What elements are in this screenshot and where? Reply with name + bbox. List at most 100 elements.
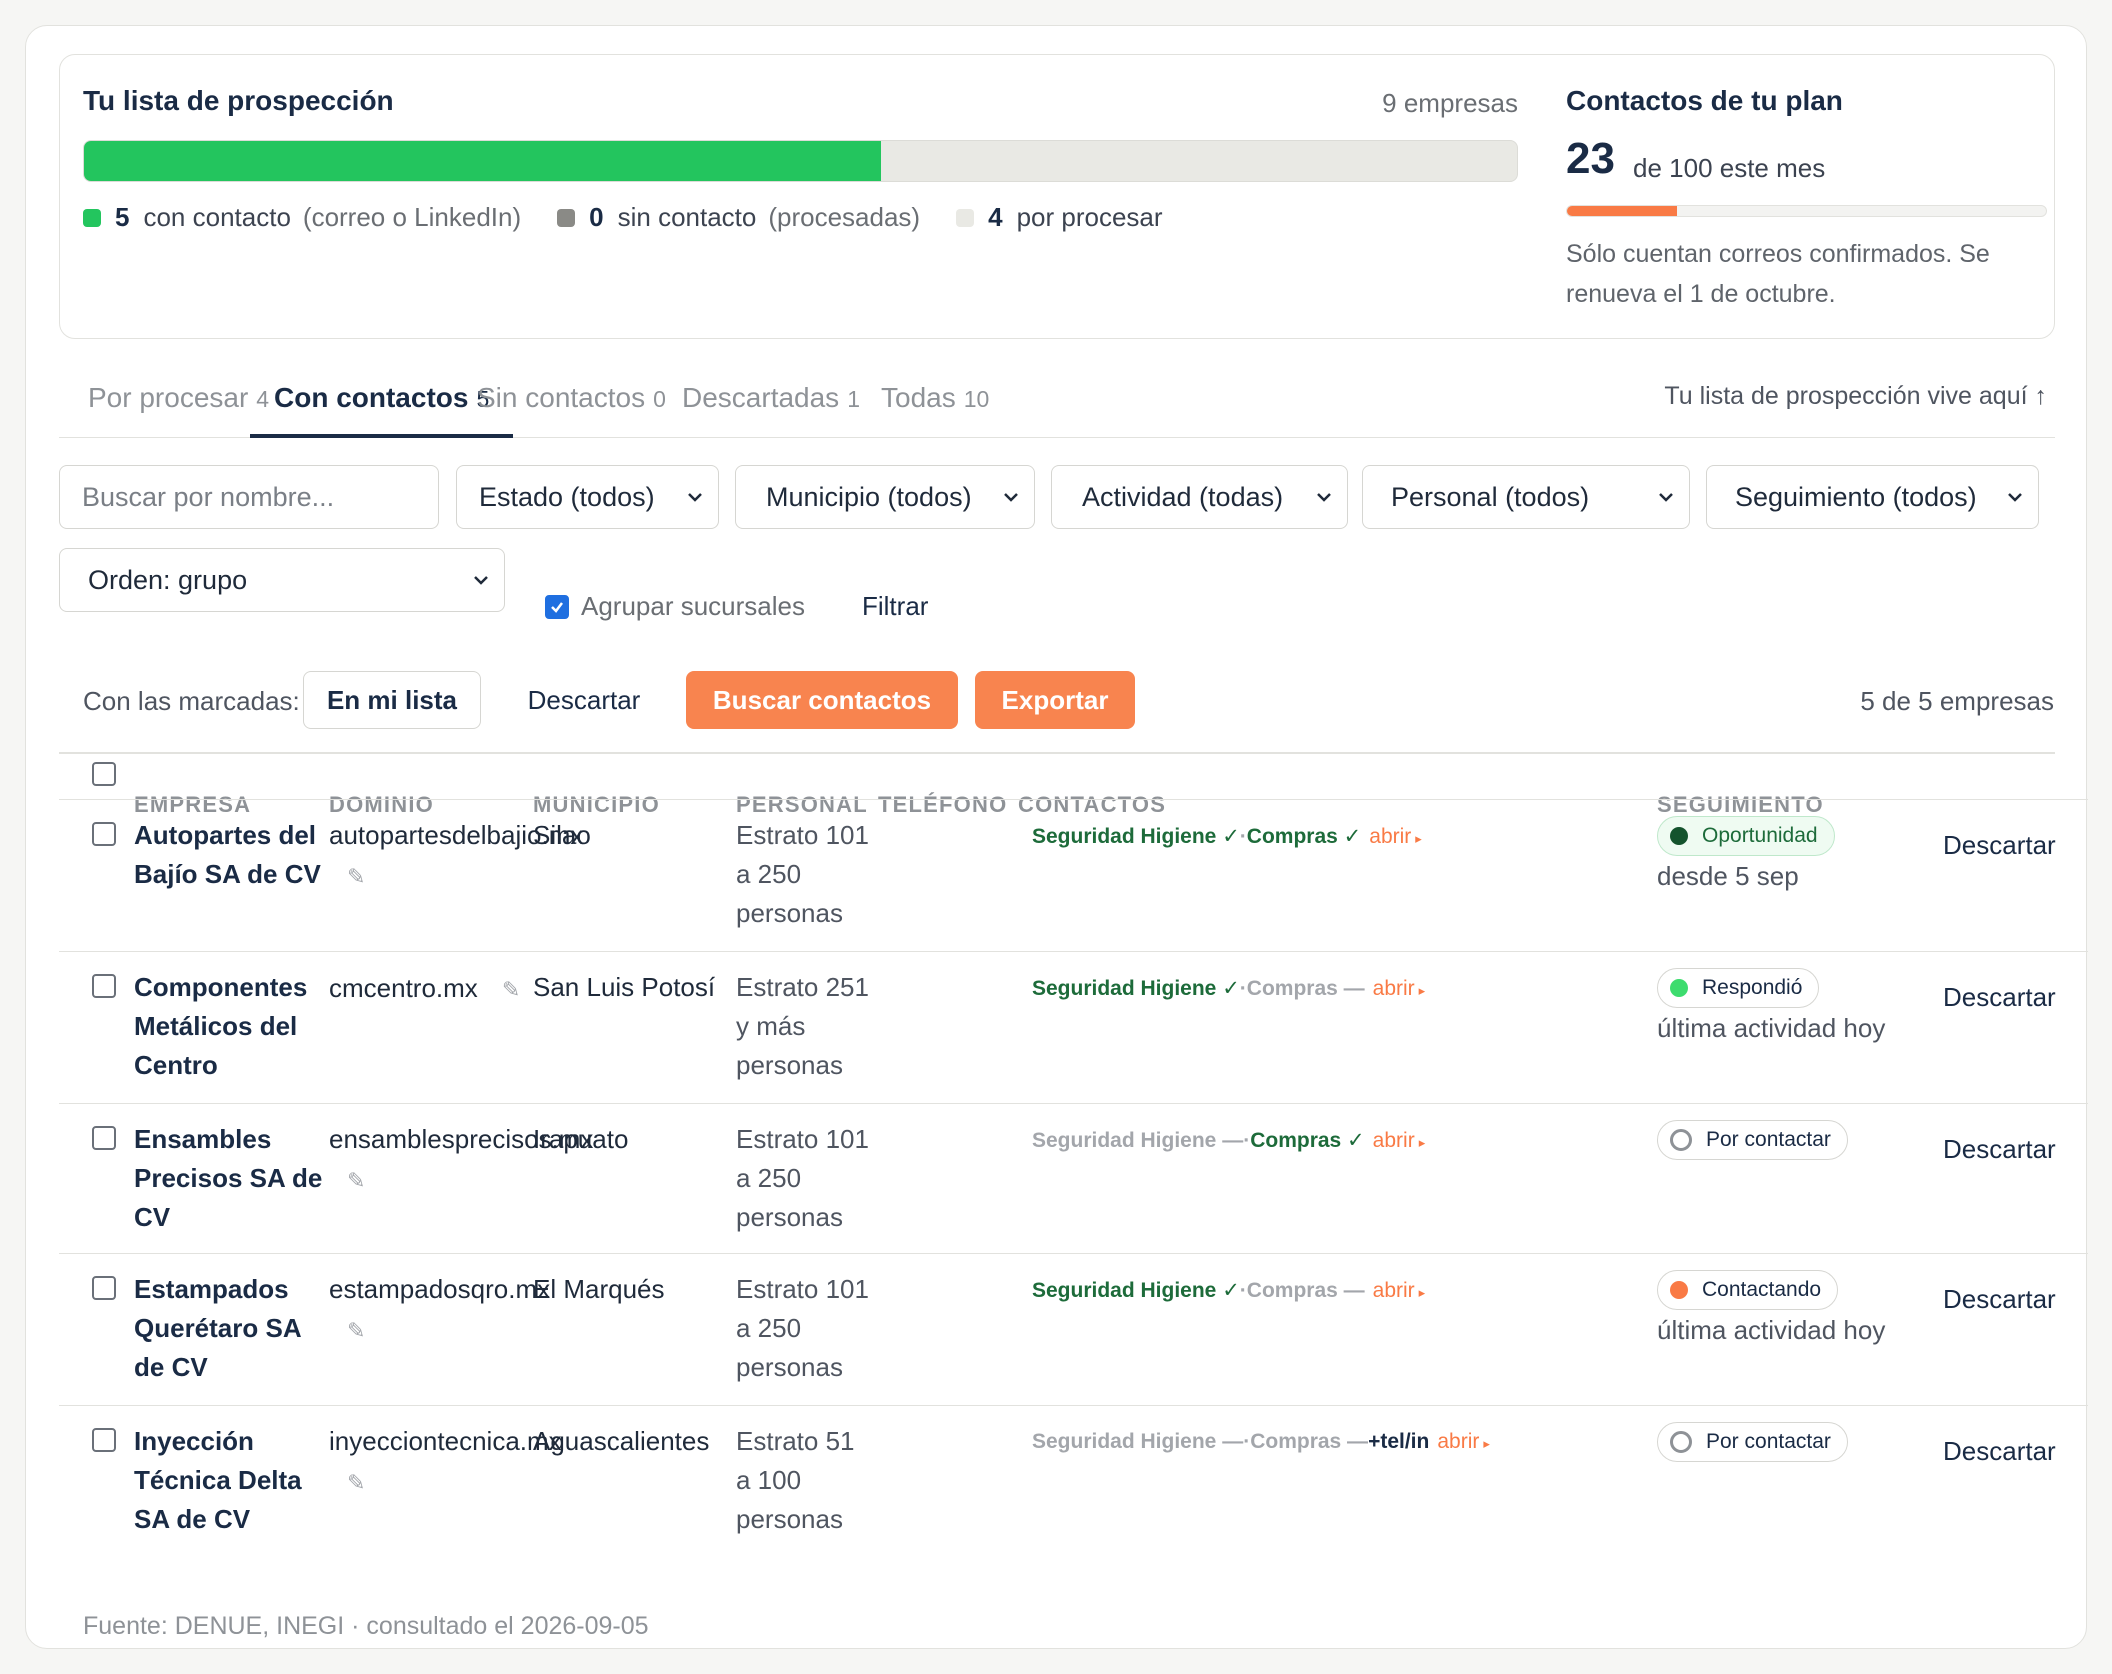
abrir-link[interactable]: abrir [1373, 1129, 1415, 1152]
divider [59, 752, 2055, 754]
tab-label: Todas [881, 382, 956, 413]
status-badge[interactable]: Por contactar [1657, 1422, 1848, 1462]
select-all-checkbox[interactable] [92, 762, 116, 786]
company-name[interactable]: Estampados Querétaro SA de CV [134, 1270, 329, 1387]
bulk-descartar-button[interactable]: Descartar [502, 671, 666, 729]
row-checkbox[interactable] [92, 1276, 116, 1300]
status-dot-icon [1670, 979, 1688, 997]
status-badge[interactable]: Por contactar [1657, 1120, 1848, 1160]
caret-right-icon: ▸ [1418, 1135, 1426, 1150]
tab-label: Descartadas [682, 382, 840, 413]
company-name[interactable]: Componentes Metálicos del Centro [134, 968, 329, 1085]
tab-con-contactos[interactable]: Con contactos 5 [250, 382, 514, 438]
plan-of-text: de 100 este mes [1633, 153, 1826, 183]
contact-seguridad-higiene: Seguridad Higiene ✓ [1032, 1279, 1240, 1302]
status-dot-icon [1670, 827, 1688, 845]
select-value: Municipio (todos) [766, 481, 972, 512]
buscar-contactos-button[interactable]: Buscar contactos [686, 671, 958, 729]
company-name[interactable]: Autopartes del Bajío SA de CV [134, 816, 329, 894]
agrupar-sucursales-toggle[interactable]: Agrupar sucursales [545, 591, 805, 622]
status-badge[interactable]: Oportunidad [1657, 816, 1835, 856]
row-descartar-button[interactable]: Descartar [1943, 830, 2056, 861]
abrir-link[interactable]: abrir [1373, 1279, 1415, 1302]
row-checkbox[interactable] [92, 1428, 116, 1452]
domain-text: cmcentro.mx [329, 973, 478, 1003]
legend-label: con contacto [143, 202, 291, 232]
bulk-actions-label: Con las marcadas: [83, 686, 300, 716]
contacts-cell: Seguridad Higiene —·Compras ✓ abrir ▸ [1032, 1128, 1425, 1153]
caret-right-icon: ▸ [1415, 831, 1422, 846]
seguimiento-select[interactable]: Seguimiento (todos) [1706, 465, 2039, 529]
municipio-select[interactable]: Municipio (todos) [735, 465, 1035, 529]
personal-cell: Estrato 51 a 100 personas [736, 1426, 855, 1534]
company-name[interactable]: Inyección Técnica Delta SA de CV [134, 1422, 329, 1539]
agrupar-checkbox[interactable] [545, 594, 569, 619]
abrir-link[interactable]: abrir [1373, 977, 1415, 1000]
domain-text: inyecciontecnica.mx [329, 1426, 562, 1456]
actividad-select[interactable]: Actividad (todas) [1051, 465, 1348, 529]
abrir-link[interactable]: abrir [1369, 825, 1411, 848]
row-descartar-button[interactable]: Descartar [1943, 1436, 2056, 1467]
tab-por-procesar[interactable]: Por procesar 4 [88, 382, 269, 438]
chevron-down-icon [2008, 493, 2022, 502]
chevron-down-icon [474, 576, 488, 585]
row-checkbox[interactable] [92, 822, 116, 846]
row-descartar-button[interactable]: Descartar [1943, 982, 2056, 1013]
abrir-link[interactable]: abrir [1437, 1430, 1479, 1453]
plan-usage-fill [1567, 206, 1678, 216]
municipio-cell: San Luis Potosí [533, 972, 716, 1002]
edit-pencil-icon[interactable]: ✎ [502, 970, 524, 1009]
chevron-down-icon [688, 493, 702, 502]
edit-pencil-icon[interactable]: ✎ [347, 857, 369, 896]
tab-label: Sin contactos [477, 382, 646, 413]
tab-descartadas[interactable]: Descartadas 1 [682, 382, 860, 438]
tab-todas[interactable]: Todas 10 [881, 382, 989, 438]
municipio-cell: El Marqués [533, 1274, 665, 1304]
prospect-progress-bar [83, 140, 1518, 182]
estado-select[interactable]: Estado (todos) [456, 465, 719, 529]
row-checkbox[interactable] [92, 1126, 116, 1150]
search-input[interactable]: Buscar por nombre... [59, 465, 439, 529]
edit-pencil-icon[interactable]: ✎ [347, 1311, 369, 1350]
status-badge[interactable]: Contactando [1657, 1270, 1839, 1310]
separator: · [1239, 1279, 1247, 1302]
tab-sin-contactos[interactable]: Sin contactos 0 [477, 382, 666, 438]
domain-text: estampadosqro.mx [329, 1274, 551, 1304]
row-checkbox[interactable] [92, 974, 116, 998]
personal-cell: Estrato 251 y más personas [736, 972, 869, 1080]
agrupar-label: Agrupar sucursales [581, 591, 805, 621]
summary-company-count: 9 empresas [1382, 88, 1518, 118]
select-value: Personal (todos) [1391, 481, 1590, 512]
personal-cell: Estrato 101 a 250 personas [736, 1274, 869, 1382]
contacts-cell: Seguridad Higiene ✓·Compras ✓ abrir ▸ [1032, 824, 1422, 849]
exportar-button[interactable]: Exportar [975, 671, 1135, 729]
orden-select[interactable]: Orden: grupo [59, 548, 505, 612]
personal-cell: Estrato 101 a 250 personas [736, 820, 869, 928]
plan-title: Contactos de tu plan [1566, 85, 1843, 116]
edit-pencil-icon[interactable]: ✎ [347, 1161, 369, 1200]
edit-pencil-icon[interactable]: ✎ [347, 1463, 369, 1502]
tab-hint: Tu lista de prospección vive aquí ↑ [1664, 382, 2047, 410]
municipio-cell: Silao [533, 820, 591, 850]
personal-select[interactable]: Personal (todos) [1362, 465, 1690, 529]
plan-usage-bar [1566, 205, 2047, 217]
en-mi-lista-button[interactable]: En mi lista [303, 671, 481, 729]
company-name[interactable]: Ensambles Precisos SA de CV [134, 1120, 329, 1237]
contact-compras: Compras ✓ [1250, 1129, 1365, 1152]
filtrar-button[interactable]: Filtrar [862, 591, 928, 622]
tab-count: 10 [963, 386, 990, 412]
select-value: Seguimiento (todos) [1735, 481, 1977, 512]
contact-seguridad-higiene: Seguridad Higiene ✓ [1032, 977, 1240, 1000]
status-badge[interactable]: Respondió [1657, 968, 1820, 1008]
row-descartar-button[interactable]: Descartar [1943, 1284, 2056, 1315]
status-ring-icon [1670, 1129, 1692, 1151]
tab-count: 1 [847, 386, 860, 412]
municipio-cell: Irapuato [533, 1124, 629, 1154]
row-descartar-button[interactable]: Descartar [1943, 1134, 2056, 1165]
prospect-progress-fill [84, 141, 881, 181]
contact-seguridad-higiene: Seguridad Higiene — [1032, 1430, 1244, 1453]
legend-item: 4 por procesar [956, 202, 1163, 233]
status-subtext: última actividad hoy [1657, 1315, 1886, 1345]
legend-item: 5 con contacto (correo o LinkedIn) [83, 202, 521, 233]
check-icon [551, 601, 563, 613]
